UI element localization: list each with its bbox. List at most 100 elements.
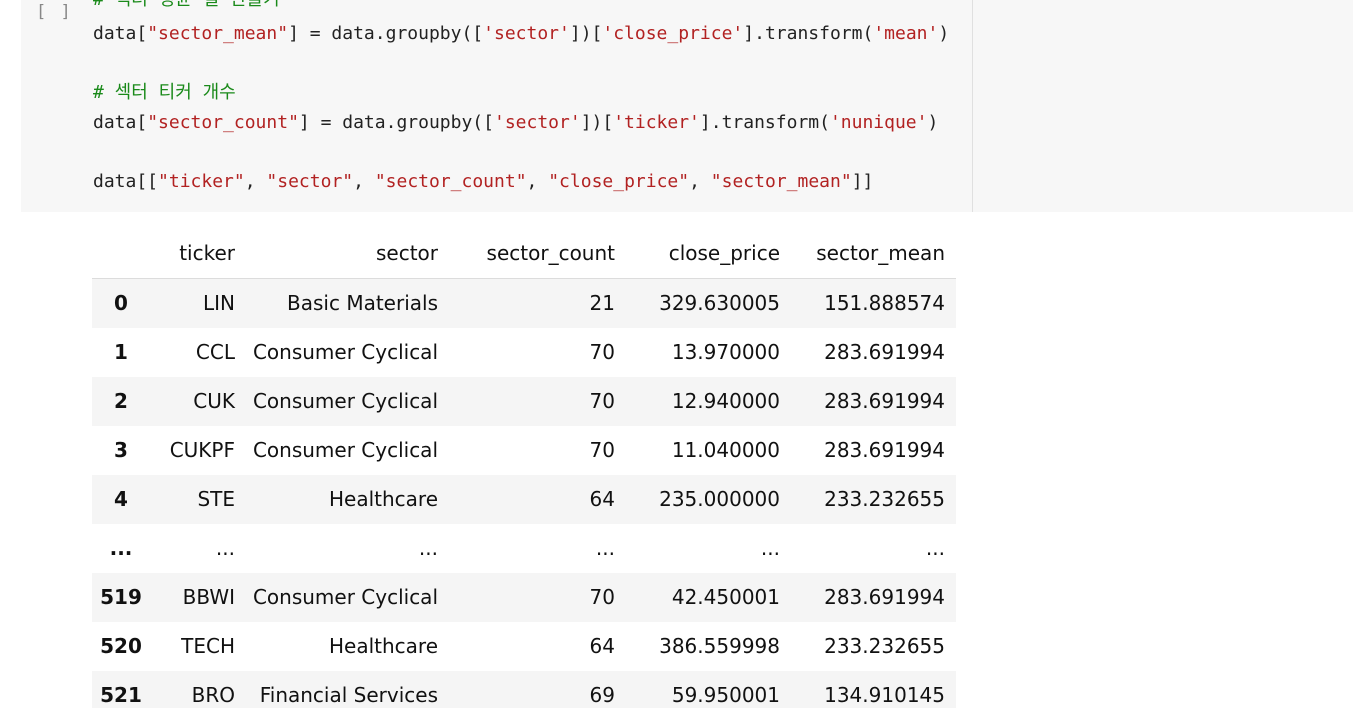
cell-divider bbox=[972, 0, 973, 212]
table-cell: 11.040000 bbox=[671, 438, 780, 462]
row-index: 4 bbox=[114, 487, 128, 511]
code-token: , bbox=[244, 171, 267, 192]
table-cell: 283.691994 bbox=[824, 340, 945, 364]
column-header: ticker bbox=[150, 228, 235, 279]
table-cell: Financial Services bbox=[259, 683, 438, 707]
table-cell: 233.232655 bbox=[824, 634, 945, 658]
table-cell: 42.450001 bbox=[671, 585, 780, 609]
cell-output: ticker sector sector_count close_price secto… bbox=[92, 228, 956, 708]
column-header: sector bbox=[235, 228, 449, 279]
table-cell: 21 bbox=[589, 291, 615, 316]
table-cell: 283.691994 bbox=[824, 585, 945, 609]
code-line: # 섹터 평균 열 만들기 bbox=[93, 0, 280, 13]
code-string: "sector_count" bbox=[374, 171, 527, 192]
code-line: # 섹터 티커 개수 bbox=[93, 80, 236, 106]
table-cell: 64 bbox=[589, 487, 615, 511]
table-header-row: ticker sector sector_count close_price secto… bbox=[92, 228, 956, 279]
code-token: ]] bbox=[851, 171, 874, 192]
code-token: ] = data.groupby([ bbox=[298, 112, 494, 133]
table-cell: CUKPF bbox=[169, 438, 235, 462]
table-cell: STE bbox=[197, 487, 235, 511]
table-cell: CUK bbox=[193, 389, 235, 413]
code-string: 'sector' bbox=[483, 23, 570, 44]
table-row: 2 CUK Consumer Cyclical 70 12.940000 283.6919… bbox=[92, 376, 956, 426]
column-header: sector_mean bbox=[791, 228, 956, 279]
row-index: 1 bbox=[114, 340, 128, 364]
code-token: ])[ bbox=[569, 23, 603, 44]
code-line: data[["ticker", "sector", "sector_count"… bbox=[93, 169, 873, 195]
column-header: sector_count bbox=[449, 228, 626, 279]
code-token: ].transform( bbox=[743, 23, 874, 44]
code-token: ) bbox=[938, 23, 950, 44]
code-comment: # 섹터 평균 열 만들기 bbox=[93, 0, 280, 10]
table-cell: Basic Materials bbox=[287, 291, 438, 316]
column-header: close_price bbox=[626, 228, 791, 279]
table-row: 521 BRO Financial Services 69 59.950001 134.9… bbox=[92, 670, 956, 708]
code-line: data["sector_mean"] = data.groupby(['sec… bbox=[93, 21, 949, 47]
table-cell: 283.691994 bbox=[824, 389, 945, 413]
code-string: 'mean' bbox=[873, 23, 939, 44]
code-token: data[[ bbox=[93, 171, 159, 192]
code-string: 'nunique' bbox=[829, 112, 928, 133]
table-cell: ... bbox=[595, 536, 615, 560]
table-cell: 13.970000 bbox=[671, 340, 780, 364]
code-string: 'sector' bbox=[493, 112, 581, 133]
row-index: 2 bbox=[114, 389, 128, 413]
code-token: ] = data.groupby([ bbox=[288, 23, 484, 44]
code-token: data[ bbox=[93, 112, 148, 133]
table-cell: Consumer Cyclical bbox=[252, 389, 438, 413]
table-cell: 233.232655 bbox=[824, 487, 945, 511]
code-comment: # 섹터 티커 개수 bbox=[93, 82, 236, 103]
code-line: data["sector_count"] = data.groupby(['se… bbox=[93, 110, 938, 136]
table-cell: TECH bbox=[181, 634, 235, 658]
row-index: 3 bbox=[114, 438, 128, 462]
code-token: ) bbox=[927, 112, 939, 133]
table-cell: 59.950001 bbox=[671, 683, 780, 707]
table-row: 1 CCL Consumer Cyclical 70 13.970000 283.6919… bbox=[92, 328, 956, 377]
code-string: "ticker" bbox=[158, 171, 245, 192]
row-index: 519 bbox=[100, 585, 142, 609]
dataframe-table: ticker sector sector_count close_price secto… bbox=[92, 228, 956, 708]
code-token: , bbox=[526, 171, 549, 192]
table-cell: ... bbox=[215, 536, 235, 560]
table-cell: 69 bbox=[589, 683, 615, 707]
table-cell: ... bbox=[760, 536, 780, 560]
table-body: 0 LIN Basic Materials 21 329.630005 151.88857… bbox=[92, 278, 956, 708]
table-cell: Healthcare bbox=[328, 487, 438, 511]
table-cell: 12.940000 bbox=[671, 389, 780, 413]
table-cell: LIN bbox=[202, 291, 235, 316]
row-index: 521 bbox=[100, 683, 142, 707]
table-cell: ... bbox=[925, 536, 945, 560]
code-string: 'close_price' bbox=[602, 23, 744, 44]
row-index: 520 bbox=[100, 634, 142, 658]
run-cell-button[interactable]: [ ] bbox=[36, 2, 73, 22]
code-token: , bbox=[353, 171, 375, 192]
code-token: ])[ bbox=[580, 112, 614, 133]
code-string: "sector" bbox=[266, 171, 354, 192]
table-cell: 386.559998 bbox=[659, 634, 780, 658]
column-header bbox=[92, 228, 150, 279]
table-row: 3 CUKPF Consumer Cyclical 70 11.040000 283.69… bbox=[92, 426, 956, 475]
code-string: "sector_count" bbox=[147, 112, 299, 133]
code-string: "close_price" bbox=[548, 171, 690, 192]
table-cell: 70 bbox=[589, 438, 615, 462]
code-token: ].transform( bbox=[699, 112, 830, 133]
table-cell: 70 bbox=[589, 389, 615, 413]
table-row: 520 TECH Healthcare 64 386.559998 233.232655 bbox=[92, 622, 956, 671]
table-row: 0 LIN Basic Materials 21 329.630005 151.88857… bbox=[92, 278, 956, 328]
row-index: 0 bbox=[114, 291, 128, 316]
table-cell: 329.630005 bbox=[659, 291, 780, 316]
table-cell: 70 bbox=[589, 585, 615, 609]
table-cell: Healthcare bbox=[328, 634, 438, 658]
table-cell: 235.000000 bbox=[659, 487, 780, 511]
table-row: .................. bbox=[92, 524, 956, 573]
table-cell: BBWI bbox=[182, 585, 235, 609]
table-cell: 283.691994 bbox=[824, 438, 945, 462]
table-cell: BRO bbox=[191, 683, 235, 707]
code-string: "sector_mean" bbox=[147, 23, 289, 44]
table-cell: Consumer Cyclical bbox=[252, 340, 438, 364]
row-index: ... bbox=[109, 536, 133, 560]
table-cell: CCL bbox=[195, 340, 235, 364]
table-cell: Consumer Cyclical bbox=[252, 585, 438, 609]
table-cell: 134.910145 bbox=[824, 683, 945, 707]
